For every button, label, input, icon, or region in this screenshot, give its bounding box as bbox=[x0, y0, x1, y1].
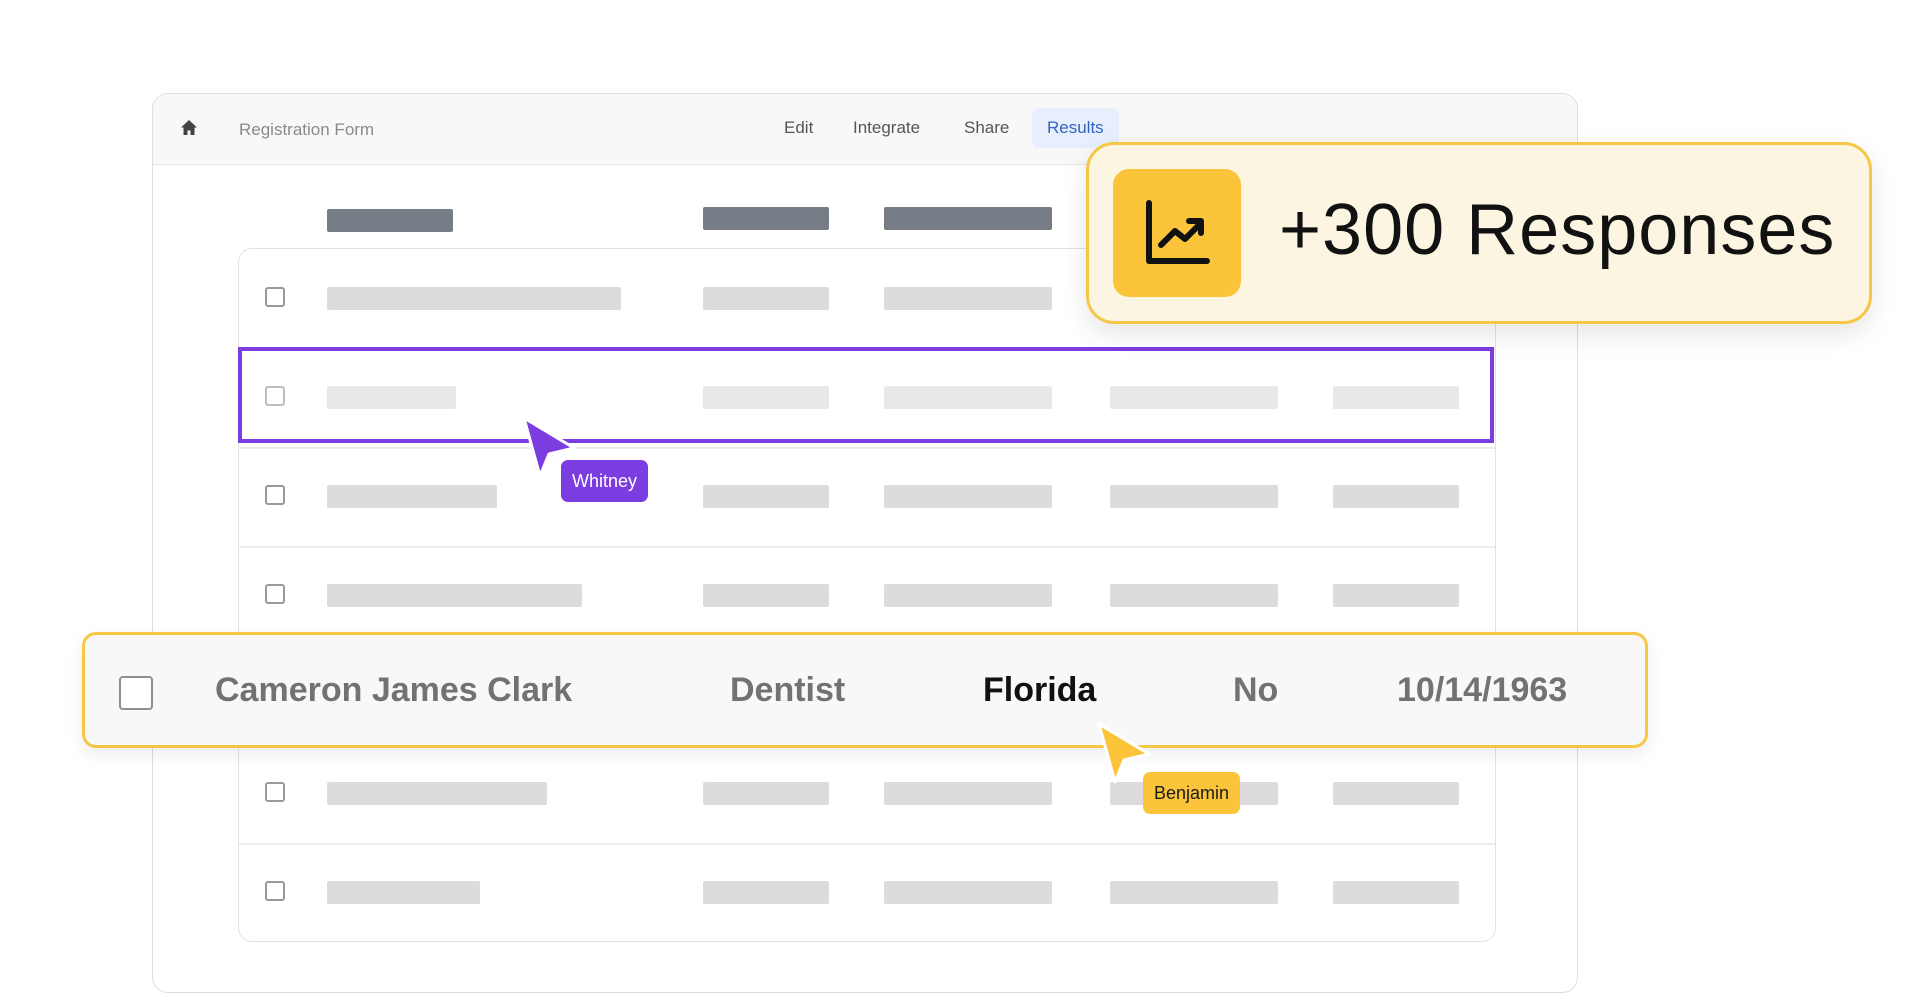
cell-placeholder bbox=[703, 881, 829, 904]
tab-share[interactable]: Share bbox=[949, 108, 1024, 148]
row-checkbox[interactable] bbox=[265, 584, 285, 604]
row-checkbox[interactable] bbox=[265, 782, 285, 802]
table-row[interactable] bbox=[239, 447, 1495, 548]
responses-count-text: +300 Responses bbox=[1279, 190, 1836, 270]
cell-placeholder bbox=[1110, 584, 1278, 607]
cell-placeholder bbox=[703, 287, 829, 310]
row-checkbox[interactable] bbox=[265, 881, 285, 901]
home-icon[interactable] bbox=[179, 118, 199, 138]
column-header-name[interactable] bbox=[327, 209, 453, 232]
cell-placeholder bbox=[884, 287, 1052, 310]
collaborator-tag-benjamin: Benjamin bbox=[1143, 772, 1241, 814]
record-name: Cameron James Clark bbox=[215, 671, 573, 709]
cell-placeholder bbox=[327, 485, 497, 508]
cell-placeholder bbox=[327, 584, 582, 607]
cell-placeholder bbox=[1110, 881, 1278, 904]
cell-placeholder bbox=[703, 485, 829, 508]
cell-placeholder bbox=[1333, 584, 1459, 607]
cell-placeholder bbox=[703, 584, 829, 607]
cell-placeholder bbox=[1110, 485, 1278, 508]
cell-placeholder bbox=[884, 485, 1052, 508]
column-header-state[interactable] bbox=[884, 207, 1052, 230]
cell-placeholder bbox=[1333, 782, 1459, 805]
cell-placeholder bbox=[1333, 881, 1459, 904]
column-header-occupation[interactable] bbox=[703, 207, 829, 230]
responses-badge: +300 Responses bbox=[1086, 142, 1872, 324]
cell-placeholder bbox=[884, 584, 1052, 607]
cell-placeholder bbox=[884, 782, 1052, 805]
chart-trending-up-icon bbox=[1113, 169, 1241, 297]
highlighted-record-row[interactable]: Cameron James Clark Dentist Florida No 1… bbox=[82, 632, 1648, 748]
cell-placeholder bbox=[327, 287, 621, 310]
cell-placeholder bbox=[327, 881, 480, 904]
cell-placeholder bbox=[327, 782, 547, 805]
row-checkbox[interactable] bbox=[265, 287, 285, 307]
tab-edit[interactable]: Edit bbox=[769, 108, 828, 148]
selected-row-highlight bbox=[238, 347, 1494, 443]
record-date: 10/14/1963 bbox=[1397, 671, 1568, 709]
table-row[interactable] bbox=[239, 744, 1495, 845]
cell-placeholder bbox=[1333, 485, 1459, 508]
row-checkbox[interactable] bbox=[119, 676, 153, 710]
record-occupation: Dentist bbox=[730, 671, 846, 709]
collaborator-tag-whitney: Whitney bbox=[561, 460, 649, 502]
table-row[interactable] bbox=[239, 843, 1495, 942]
form-title-breadcrumb[interactable]: Registration Form bbox=[239, 120, 374, 140]
record-answer: No bbox=[1233, 671, 1279, 709]
record-state[interactable]: Florida bbox=[983, 671, 1096, 710]
cell-placeholder bbox=[703, 782, 829, 805]
row-checkbox[interactable] bbox=[265, 485, 285, 505]
cell-placeholder bbox=[884, 881, 1052, 904]
tab-integrate[interactable]: Integrate bbox=[838, 108, 935, 148]
